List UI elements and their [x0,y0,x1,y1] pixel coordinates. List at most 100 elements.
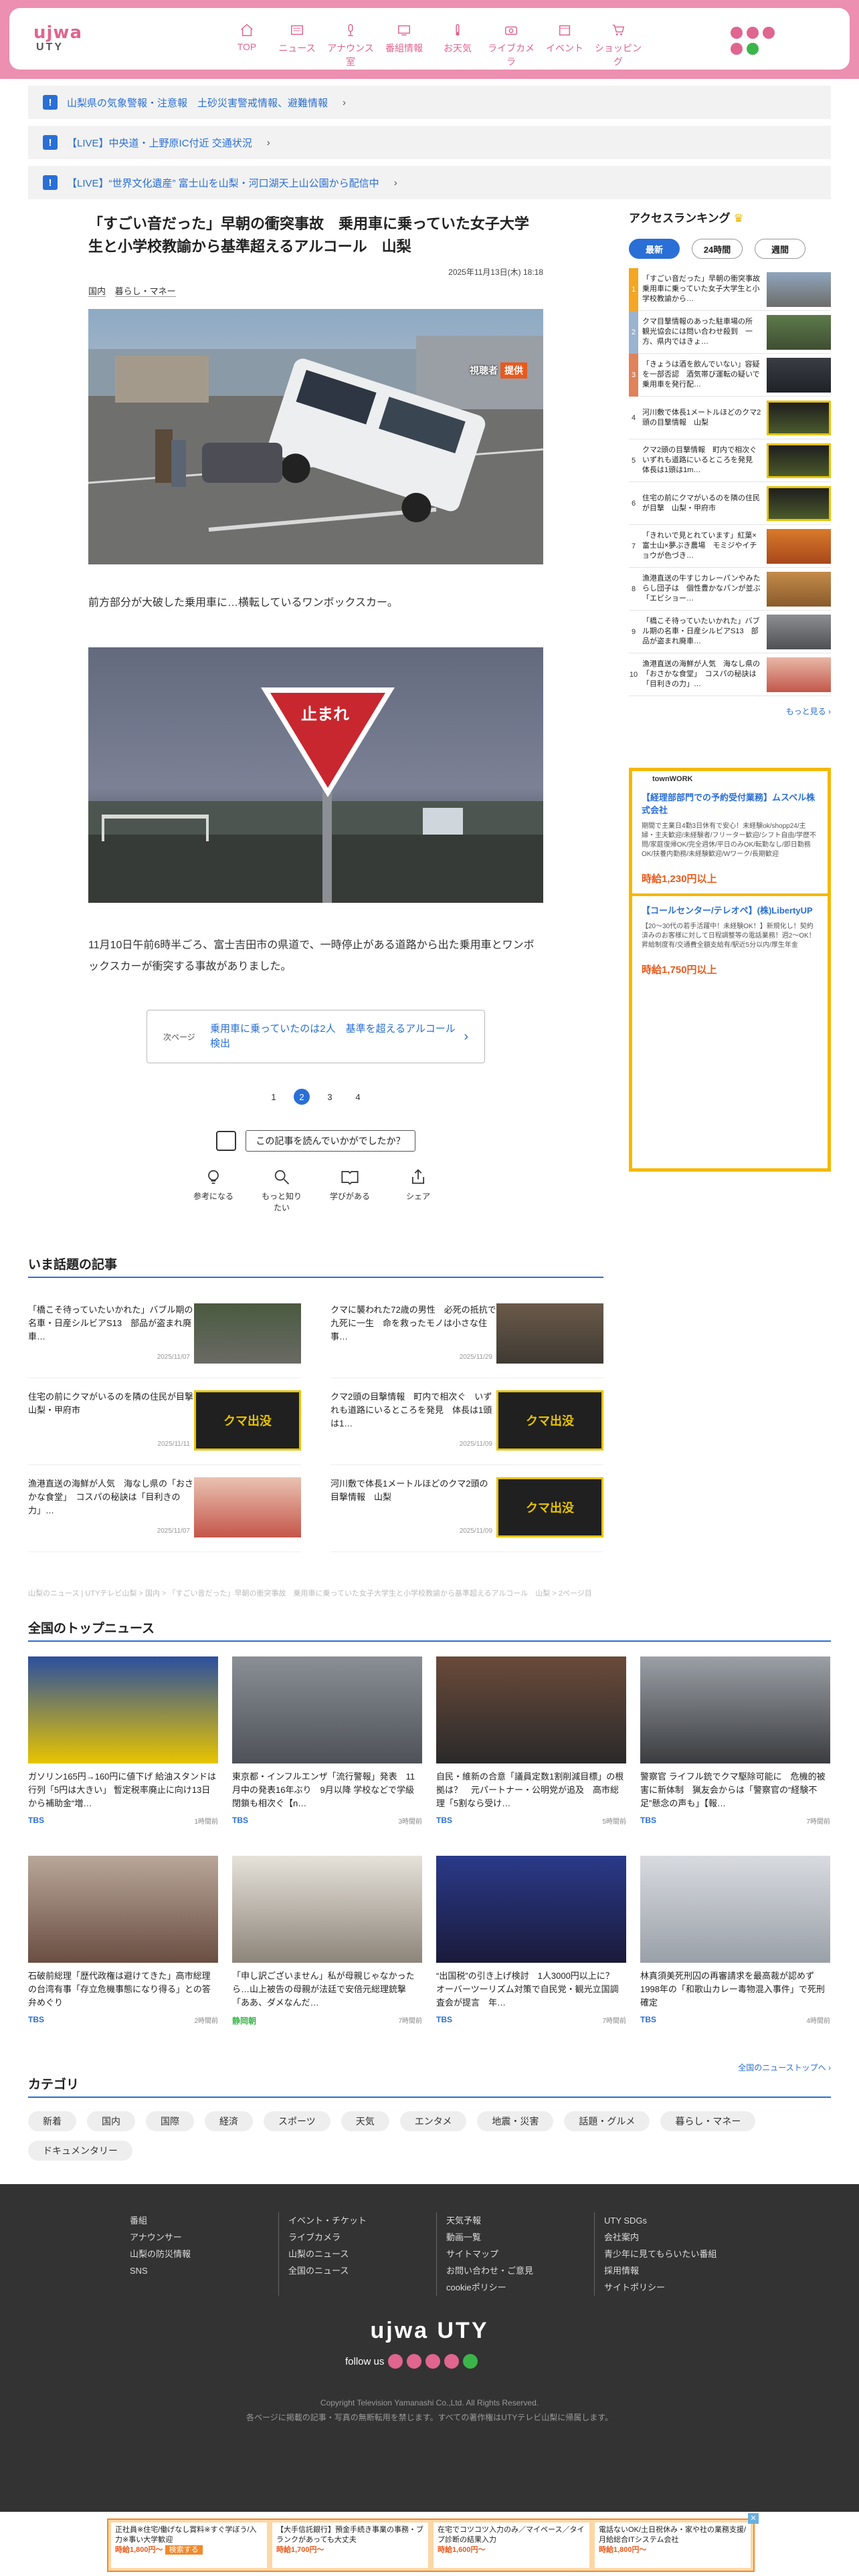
bottom-ad-item[interactable]: 【大手信託銀行】預金手続き事業の事務・ブランクがあっても大丈夫 時給1,700円～ [272,2523,428,2568]
footer-link[interactable]: UTY SDGs [604,2212,752,2229]
bottom-ad-item[interactable]: 在宅でコツコツ入力のみ／マイペース／タイプ診断の結果入力 時給1,600円～ [434,2523,589,2568]
instagram-icon[interactable] [425,2354,441,2369]
twitter-icon[interactable] [731,27,743,39]
site-logo[interactable]: ujwa UTY [29,23,86,53]
nav-top[interactable]: TOP [223,23,270,63]
youtube-icon[interactable] [444,2354,460,2369]
news-card[interactable]: 林真須美死刑囚の再審請求を最高裁が認めず 1998年の「和歌山カレー毒物混入事件… [640,1856,830,2055]
footer-link[interactable]: 全国のニュース [288,2262,436,2279]
bottom-ad-item[interactable]: 正社員※住宅/働げなし賞料※すぐ学ぼう/入力※事い大学歓迎 時給1,800円～ 検… [111,2523,267,2568]
nav-programs[interactable]: 番組情報 [377,23,431,63]
footer-link[interactable]: 山梨のニュース [288,2246,436,2262]
ranking-item[interactable]: 2 クマ目撃情報のあった駐車場の所 観光協会には問い合わせ殺到 一方、県内ではきょ… [629,310,831,354]
tag-link[interactable]: 暮らし・マネー [114,286,176,297]
footer-logo[interactable]: ujwa UTY [356,2318,503,2344]
job-ad[interactable]: townWORK 【経理部部門での予約受付業務】ムスベル株式会社 期間で主業日4… [629,768,831,1172]
topic-card[interactable]: 「橋こそ待っていたいかれた」バブル期の名車・日産シルビアS13 部品が盗まれ廃車… [28,1291,301,1378]
ranking-item[interactable]: 5 クマ2頭の目撃情報 町内で相次ぐ いずれも道路にいるところを発見 体長は1頭は… [629,439,831,482]
facebook-icon[interactable] [747,27,759,39]
topic-card[interactable]: クマ2頭の目撃情報 町内で相次ぐ いずれも道路にいるところを発見 体長は1頭は1… [330,1378,603,1465]
reaction-helpful[interactable]: 参考になる [193,1168,234,1213]
nav-weather[interactable]: お天気 [431,23,484,63]
footer-link[interactable]: 採用情報 [604,2262,752,2279]
job-ad-1[interactable]: 【経理部部門での予約受付業務】ムスベル株式会社 期間で主業日4勤3日休有で安心！… [632,771,828,893]
news-card[interactable]: 自民・維新の合意「議員定数1割削減目標」の根拠は？ 元パートナー・公明党が追及 … [436,1656,626,1856]
ranking-item[interactable]: 10 漁港直送の海鮮が人気 海なし県の「おさかな食堂」 コスパの秘訣は「目利きの力… [629,653,831,696]
job-ad-2[interactable]: 【コールセンター/テレオペ】(株)LibertyUP 【20～30代の若手活躍中… [632,896,828,984]
tab-latest[interactable]: 最新 [629,239,680,259]
nav-events[interactable]: イベント [538,23,591,63]
ranking-item[interactable]: 7 「きれいで見とれています」紅葉×富士山×夢ぶき農場 モミジやイチョウが色づき… [629,525,831,568]
ranking-more-link[interactable]: もっと見る › [629,706,831,717]
news-card[interactable]: 警察官 ライフル銃でクマ駆除可能に 危機的被害に新体制 猟友会からは「警察官の“… [640,1656,830,1856]
national-more-link[interactable]: 全国のニューストップへ › [28,2062,831,2073]
news-card[interactable]: 石破前総理「歴代政権は避けてきた」高市総理の台湾有事「存立危機事態になり得る」と… [28,1856,218,2055]
page-3[interactable]: 3 [322,1089,338,1105]
news-card[interactable]: 東京都・インフルエンザ「流行警報」発表 11月中の発表16年ぶり 9月以降 学校… [232,1656,422,1856]
nav-announce[interactable]: アナウンス室 [324,23,377,67]
category-chip[interactable]: 天気 [341,2111,389,2131]
ranking-item[interactable]: 4 河川敷で体長1メートルほどのクマ2頭の目撃情報 山梨 [629,397,831,439]
news-card[interactable]: “出国税”の引き上げ検討 1人3000円以上に？ オーバーツーリズム対策で自民党… [436,1856,626,2055]
ranking-item[interactable]: 9 「橋こそ待っていたいかれた」バブル期の名車・日産シルビアS13 部品が盗まれ廃… [629,611,831,653]
category-chip[interactable]: エンタメ [399,2111,467,2131]
footer-link[interactable]: 山梨の防災情報 [130,2246,278,2262]
footer-link[interactable]: サイトポリシー [604,2279,752,2296]
tab-weekly[interactable]: 週間 [755,239,805,259]
alert-traffic[interactable]: ! 【LIVE】中央道・上野原IC付近 交通状況 › [28,126,831,159]
close-icon[interactable]: ✕ [748,2513,759,2524]
footer-link[interactable]: サイトマップ [446,2246,594,2262]
bottom-job-ad[interactable]: 正社員※住宅/働げなし賞料※すぐ学ぼう/入力※事い大学歓迎 時給1,800円～ 検… [107,2518,755,2572]
twitter-icon[interactable] [388,2354,403,2369]
page-4[interactable]: 4 [350,1089,366,1105]
category-chip[interactable]: 国内 [87,2111,135,2131]
nav-news[interactable]: ニュース [270,23,324,63]
topic-card[interactable]: 住宅の前にクマがいるのを隣の住民が目撃 山梨・甲府市 2025/11/11 クマ出没 [28,1378,301,1465]
line-icon[interactable] [463,2354,478,2369]
footer-link[interactable]: 青少年に見てもらいたい番組 [604,2246,752,2262]
bottom-ad-item[interactable]: 電話ないOK/土日祝休み・家や社の業務支援/月給総合ITシステム会社 時給1,80… [595,2523,751,2568]
footer-link[interactable]: イベント・チケット [288,2212,436,2229]
category-chip[interactable]: 暮らし・マネー [660,2111,756,2131]
topic-card[interactable]: 河川敷で体長1メートルほどのクマ2頭の目撃情報 山梨 2025/11/09 クマ出没 [330,1465,603,1552]
footer-link[interactable]: 天気予報 [446,2212,594,2229]
footer-link[interactable]: 番組 [130,2212,278,2229]
reaction-share[interactable]: シェア [397,1168,439,1213]
footer-link[interactable]: SNS [130,2262,278,2279]
topic-card[interactable]: クマに襲われた72歳の男性 必死の抵抗で九死に一生 命を救ったモノは小さな住事…… [330,1291,603,1378]
tab-24h[interactable]: 24時間 [692,239,743,259]
category-chip[interactable]: 話題・グルメ [564,2111,650,2131]
news-card[interactable]: 「申し訳ございません」私が母親じゃなかったら…山上被告の母親が法廷で安倍元総理銃… [232,1856,422,2055]
next-page-link[interactable]: 次ページ 乗用車に乗っていたのは2人 基準を超えるアルコール検出 › [147,1010,485,1063]
breadcrumb[interactable]: 山梨のニュース | UTYテレビ山梨 > 国内 > 「すごい音だった」早朝の衝突… [28,1588,592,1598]
alert-fuji-live[interactable]: ! 【LIVE】“世界文化遺産” 富士山を山梨・河口湖天上山公園から配信中 › [28,166,831,199]
category-chip[interactable]: 新着 [28,2111,76,2131]
nav-shopping[interactable]: ショッピング [591,23,645,67]
instagram-icon[interactable] [763,27,775,39]
page-1[interactable]: 1 [266,1089,282,1105]
category-chip[interactable]: 経済 [205,2111,253,2131]
category-chip[interactable]: 地震・災害 [477,2111,554,2131]
tag-link[interactable]: 国内 [88,286,106,297]
youtube-icon[interactable] [731,43,743,55]
footer-link[interactable]: ライブカメラ [288,2229,436,2246]
facebook-icon[interactable] [407,2354,422,2369]
news-card[interactable]: ガソリン165円→160円に値下げ 給油スタンドは行列「5円は大きい」 暫定税率… [28,1656,218,1856]
reaction-learn[interactable]: 学びがある [329,1168,371,1213]
footer-link[interactable]: 動画一覧 [446,2229,594,2246]
ranking-item[interactable]: 1 「すごい音だった」早朝の衝突事故 乗用車に乗っていた女子大学生と小学校教諭から… [629,267,831,311]
category-chip[interactable]: ドキュメンタリー [28,2141,132,2161]
nav-livecam[interactable]: ライブカメラ [484,23,538,67]
footer-link[interactable]: cookieポリシー [446,2279,594,2296]
ranking-item[interactable]: 8 漁港直送の牛すじカレーパンやみたらし団子は 個性豊かなパンが並ぶ「エビショー… [629,568,831,611]
ranking-item[interactable]: 6 住宅の前にクマがいるのを隣の住民が目撃 山梨・甲府市 [629,482,831,525]
line-icon[interactable] [747,43,759,55]
footer-link[interactable]: お問い合わせ・ご意見 [446,2262,594,2279]
category-chip[interactable]: スポーツ [264,2111,330,2131]
page-2-current[interactable]: 2 [294,1089,310,1105]
topic-card[interactable]: 漁港直送の海鮮が人気 海なし県の「おさかな食堂」 コスパの秘訣は「目利きの力」…… [28,1465,301,1552]
category-chip[interactable]: 国際 [146,2111,194,2131]
footer-link[interactable]: 会社案内 [604,2229,752,2246]
alert-weather[interactable]: ! 山梨県の気象警報・注意報 土砂災害警戒情報、避難情報 › [28,86,831,119]
reaction-more[interactable]: もっと知りたい [261,1168,302,1213]
